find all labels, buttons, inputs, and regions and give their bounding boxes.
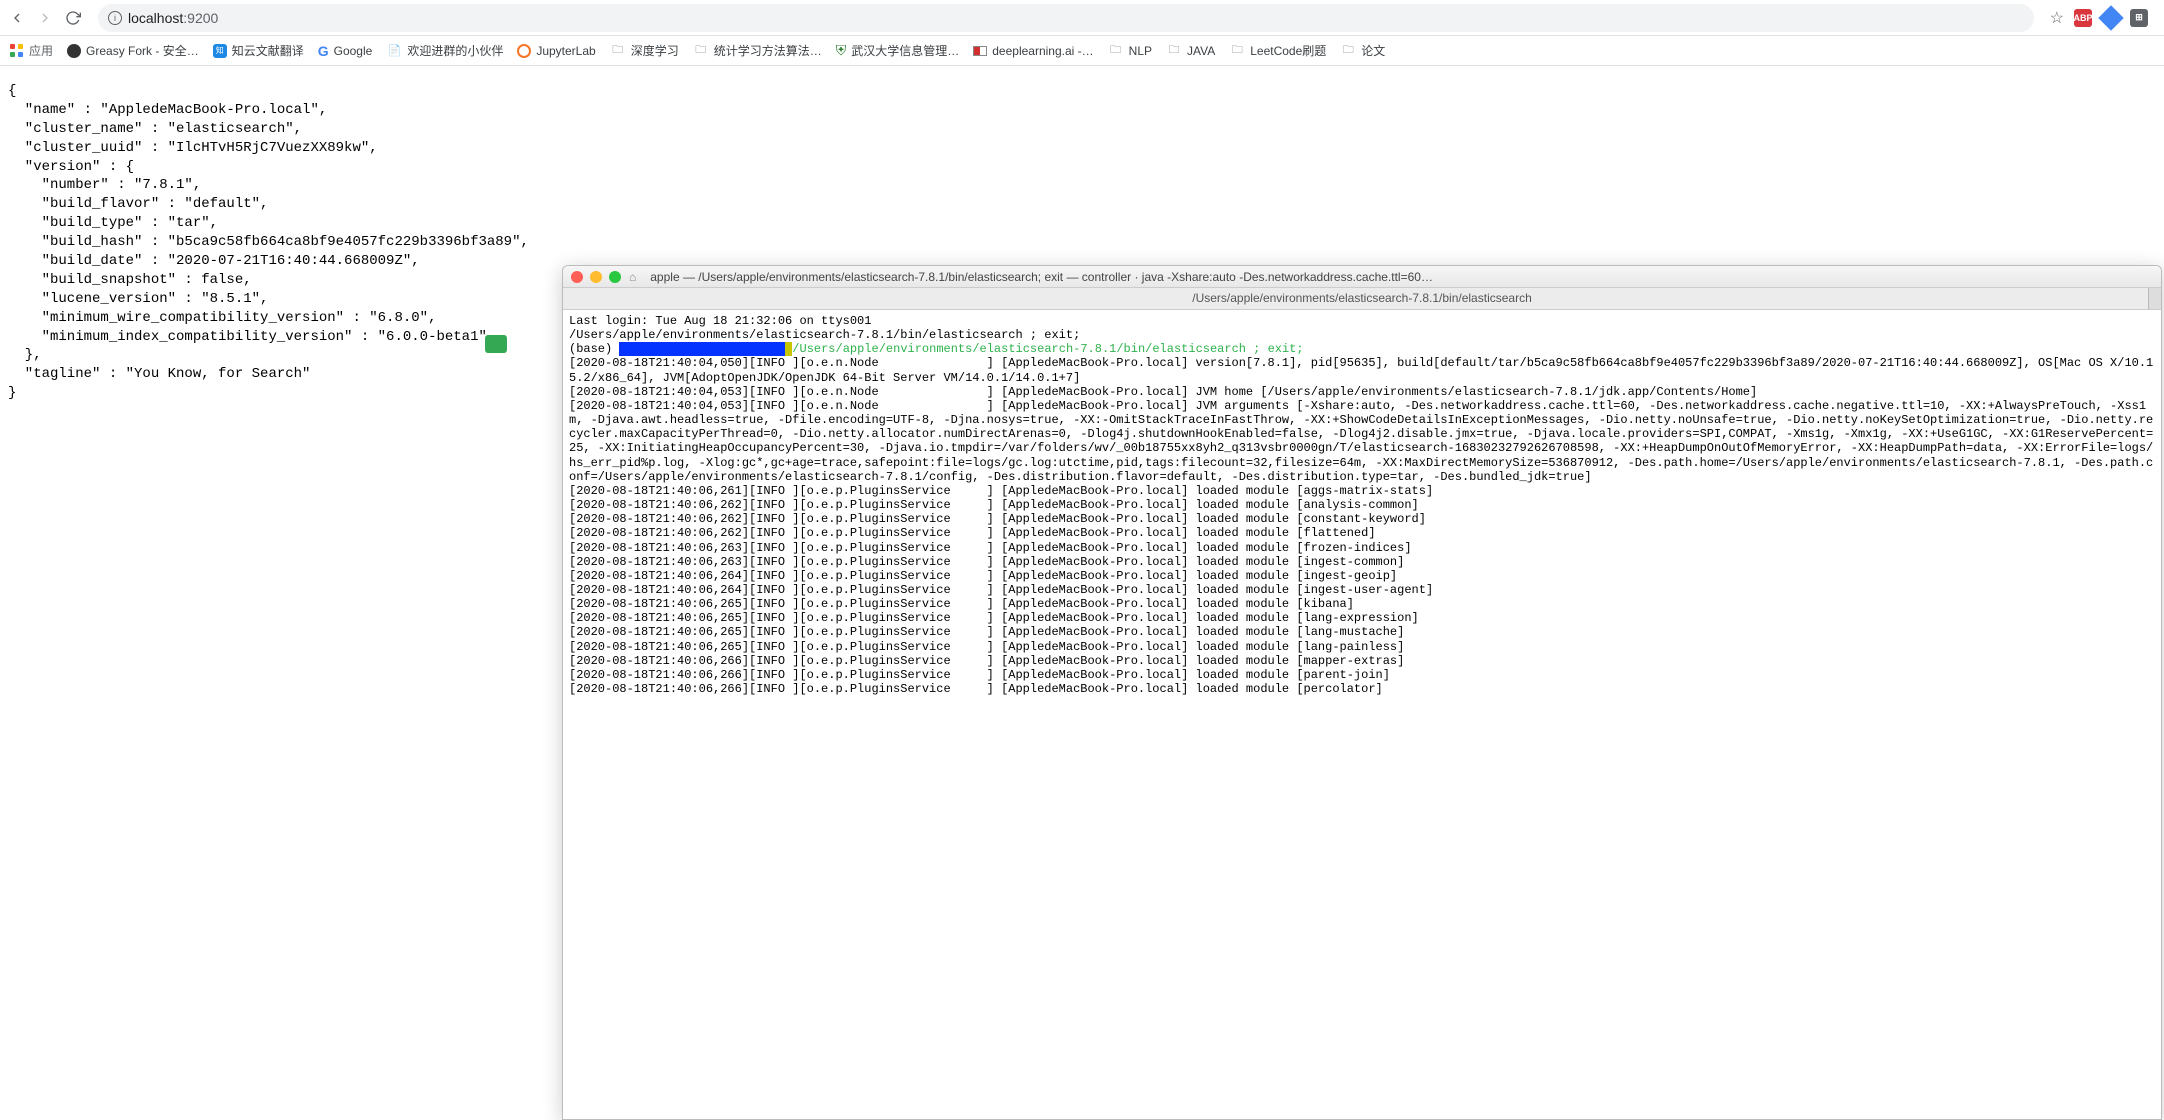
extension-blue-icon[interactable] <box>2102 9 2120 27</box>
bookmark-label: 统计学习方法算法… <box>714 42 822 59</box>
url-bar[interactable]: i localhost:9200 <box>98 4 2034 32</box>
forward-button[interactable] <box>36 9 54 27</box>
terminal-window: ⌂ apple — /Users/apple/environments/elas… <box>562 265 2162 1120</box>
deeplearning-icon <box>973 46 987 56</box>
terminal-body[interactable]: Last login: Tue Aug 18 21:32:06 on ttys0… <box>563 310 2161 1119</box>
jupyter-icon <box>517 44 531 58</box>
bookmark-label: JAVA <box>1187 44 1215 58</box>
terminal-line: /Users/apple/environments/elasticsearch-… <box>569 328 1080 342</box>
page-icon: 📄 <box>386 43 402 59</box>
bookmark-deeplearning-folder[interactable]: 🗀 深度学习 <box>610 42 679 59</box>
bookmarks-bar: 应用 Greasy Fork - 安全… 知知云文献翻译 G Google 📄 欢迎… <box>0 36 2164 66</box>
bookmark-wuhan[interactable]: ⛨武汉大学信息管理… <box>836 42 960 59</box>
bookmark-welcome[interactable]: 📄 欢迎进群的小伙伴 <box>386 42 503 59</box>
window-maximize-icon[interactable] <box>609 271 621 283</box>
bookmark-paper-folder[interactable]: 🗀 论文 <box>1340 42 1385 59</box>
folder-icon: 🗀 <box>1108 43 1124 59</box>
folder-icon: 🗀 <box>1340 43 1356 59</box>
window-close-icon[interactable] <box>571 271 583 283</box>
bookmark-label: 论文 <box>1361 42 1385 59</box>
greasyfork-icon <box>67 44 81 58</box>
bookmark-label: 知云文献翻译 <box>232 42 304 59</box>
reload-button[interactable] <box>64 9 82 27</box>
bookmark-jupyter[interactable]: JupyterLab <box>517 44 595 58</box>
bookmark-deeplearningai[interactable]: deeplearning.ai -… <box>973 44 1093 58</box>
extension-box-icon[interactable]: ⊞ <box>2130 9 2148 27</box>
terminal-line: Last login: Tue Aug 18 21:32:06 on ttys0… <box>569 314 871 328</box>
traffic-lights <box>571 271 621 283</box>
nav-buttons <box>8 9 82 27</box>
terminal-prompt-base: (base) <box>569 342 619 356</box>
url-text: localhost:9200 <box>128 10 218 26</box>
toolbar-right: ☆ ABP ⊞ <box>2050 8 2148 28</box>
window-minimize-icon[interactable] <box>590 271 602 283</box>
bookmark-greasyfork[interactable]: Greasy Fork - 安全… <box>67 42 199 59</box>
bookmark-stats-folder[interactable]: 🗀 统计学习方法算法… <box>693 42 822 59</box>
google-icon: G <box>318 43 329 59</box>
bookmark-label: 深度学习 <box>631 42 679 59</box>
terminal-hidden-user: ███████████████████████ <box>619 342 785 356</box>
bookmark-label: LeetCode刷题 <box>1250 42 1326 59</box>
bookmark-label: JupyterLab <box>536 44 595 58</box>
home-icon: ⌂ <box>629 270 636 284</box>
chat-bubble-icon[interactable] <box>485 335 507 353</box>
bookmark-zhiyun[interactable]: 知知云文献翻译 <box>213 42 304 59</box>
extension-abp-icon[interactable]: ABP <box>2074 9 2092 27</box>
zhiyun-icon: 知 <box>213 44 227 58</box>
bookmark-star-icon[interactable]: ☆ <box>2050 8 2064 28</box>
site-info-icon[interactable]: i <box>108 11 122 25</box>
bookmark-label: 武汉大学信息管理… <box>851 42 959 59</box>
bookmark-label: Google <box>334 44 373 58</box>
bookmark-apps[interactable]: 应用 <box>10 42 53 59</box>
back-button[interactable] <box>8 9 26 27</box>
terminal-log: [2020-08-18T21:40:04,050][INFO ][o.e.n.N… <box>569 356 2153 696</box>
bookmark-label: Greasy Fork - 安全… <box>86 42 199 59</box>
apps-grid-icon <box>10 44 24 58</box>
bookmark-google[interactable]: G Google <box>318 43 373 59</box>
folder-icon: 🗀 <box>1166 43 1182 59</box>
folder-icon: 🗀 <box>693 43 709 59</box>
wuhan-icon: ⛨ <box>836 42 847 59</box>
bookmark-java-folder[interactable]: 🗀 JAVA <box>1166 43 1215 59</box>
bookmark-label: 应用 <box>29 42 53 59</box>
terminal-command: /Users/apple/environments/elasticsearch-… <box>792 342 1303 356</box>
folder-icon: 🗀 <box>1229 43 1245 59</box>
terminal-titlebar[interactable]: ⌂ apple — /Users/apple/environments/elas… <box>563 266 2161 288</box>
folder-icon: 🗀 <box>610 43 626 59</box>
bookmark-nlp-folder[interactable]: 🗀 NLP <box>1108 43 1152 59</box>
bookmark-label: deeplearning.ai -… <box>992 44 1093 58</box>
bookmark-leetcode-folder[interactable]: 🗀 LeetCode刷题 <box>1229 42 1326 59</box>
bookmark-label: NLP <box>1129 44 1152 58</box>
terminal-tabbar[interactable]: /Users/apple/environments/elasticsearch-… <box>563 288 2161 310</box>
terminal-title: apple — /Users/apple/environments/elasti… <box>644 270 2153 284</box>
bookmark-label: 欢迎进群的小伙伴 <box>407 42 503 59</box>
browser-toolbar: i localhost:9200 ☆ ABP ⊞ <box>0 0 2164 36</box>
